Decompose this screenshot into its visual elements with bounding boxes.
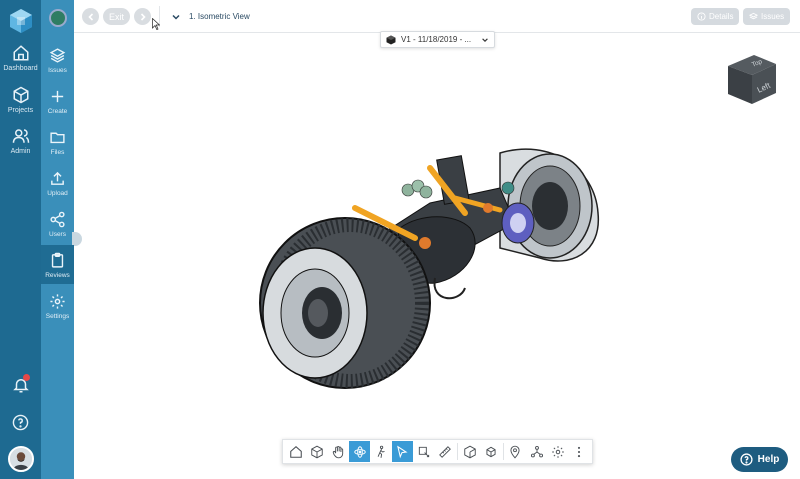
sidebar-item-settings[interactable]: Settings: [41, 293, 74, 320]
share-icon: [50, 211, 65, 228]
sidebar-item-dashboard[interactable]: Dashboard: [0, 44, 41, 72]
exit-button[interactable]: Exit: [103, 8, 130, 25]
notification-badge: [23, 374, 30, 381]
sidebar-item-label: Users: [49, 231, 66, 238]
sidebar-item-upload[interactable]: Upload: [41, 170, 74, 197]
pin-icon: [510, 445, 520, 459]
tool-section[interactable]: [413, 441, 434, 462]
plus-icon: [51, 90, 64, 103]
tool-settings[interactable]: [547, 441, 568, 462]
viewer-toolbar: [282, 439, 593, 464]
sidebar-item-label: Dashboard: [3, 65, 38, 72]
sidebar-item-label: Reviews: [45, 272, 70, 279]
orbit-icon: [354, 445, 366, 458]
section-box-icon: [418, 446, 429, 457]
select-arrow-icon: [397, 445, 409, 458]
pan-hand-icon: [333, 445, 344, 458]
tool-more[interactable]: [569, 441, 590, 462]
view-cube[interactable]: Top Left: [724, 52, 780, 106]
tool-walk[interactable]: [370, 441, 391, 462]
layers-icon: [49, 48, 66, 63]
clipboard-icon: [51, 252, 64, 268]
sidebar-item-label: Upload: [47, 190, 68, 197]
view-title[interactable]: 1. Isometric View: [189, 12, 250, 21]
sidebar-item-projects[interactable]: Projects: [0, 86, 41, 114]
cube-icon: [386, 35, 396, 44]
more-icon: [578, 446, 581, 457]
sidebar-item-label: Projects: [7, 107, 34, 114]
sidebar-item-label: Files: [50, 149, 65, 156]
project-badge-icon[interactable]: [49, 9, 67, 27]
tool-pan[interactable]: [328, 441, 349, 462]
sidebar-item-admin[interactable]: Admin: [0, 127, 41, 155]
issues-button[interactable]: Issues: [743, 8, 791, 25]
app-logo-icon[interactable]: [8, 8, 34, 34]
sidebar-item-reviews[interactable]: Reviews: [41, 245, 74, 284]
chevron-right-icon: [140, 12, 146, 21]
explode-icon: [486, 446, 496, 457]
chevron-down-icon[interactable]: [171, 12, 181, 22]
sidebar-item-users[interactable]: Users: [41, 211, 74, 238]
model-viewport[interactable]: [250, 128, 610, 393]
tool-explode[interactable]: [480, 441, 501, 462]
cube-icon: [13, 86, 28, 104]
home-icon: [289, 445, 302, 458]
tool-box[interactable]: [459, 441, 480, 462]
sidebar-item-label: Issues: [48, 67, 67, 74]
users-icon: [12, 129, 29, 143]
version-selector[interactable]: V1 - 11/18/2019 - ...: [380, 31, 495, 48]
chevron-down-icon: [482, 37, 488, 42]
toolbar-separator: [456, 443, 458, 460]
help-circle-icon: [740, 453, 753, 466]
forward-button[interactable]: [134, 8, 151, 25]
layers-icon: [749, 12, 758, 20]
box-icon: [463, 445, 476, 458]
tool-select[interactable]: [391, 441, 414, 462]
tool-orbit[interactable]: [349, 441, 371, 462]
tool-cube[interactable]: [306, 441, 327, 462]
back-button[interactable]: [82, 8, 99, 25]
sidebar-item-label: Create: [47, 108, 68, 115]
tool-pin[interactable]: [505, 441, 526, 462]
gear-icon: [50, 294, 65, 309]
mouse-cursor-icon: [152, 18, 160, 30]
version-value: V1 - 11/18/2019 - ...: [401, 35, 472, 44]
hub-assembly: [501, 202, 535, 244]
info-icon: [697, 12, 706, 21]
sidebar-item-label: Admin: [10, 148, 31, 155]
tool-home[interactable]: [285, 441, 306, 462]
cube-outline-icon: [311, 445, 323, 458]
sidebar-item-label: Settings: [45, 313, 70, 320]
tool-measure[interactable]: [435, 441, 456, 462]
tool-structure[interactable]: [526, 441, 547, 462]
folder-icon: [50, 132, 65, 144]
sidebar-item-issues[interactable]: Issues: [41, 47, 74, 74]
upload-icon: [51, 171, 64, 185]
help-circle-icon[interactable]: [12, 414, 29, 431]
sidebar-item-files[interactable]: Files: [41, 129, 74, 156]
issues-label: Issues: [761, 12, 785, 21]
details-label: Details: [709, 12, 734, 21]
help-label: Help: [757, 454, 780, 465]
measure-icon: [439, 445, 452, 458]
avatar[interactable]: [8, 446, 34, 472]
walk-icon: [377, 445, 385, 458]
help-button[interactable]: Help: [731, 447, 788, 472]
toolbar-separator: [502, 443, 504, 460]
structure-icon: [530, 445, 543, 457]
home-icon: [13, 45, 28, 61]
chevron-left-icon: [87, 12, 93, 21]
details-button[interactable]: Details: [691, 8, 740, 25]
tire: [259, 217, 431, 389]
gear-icon: [552, 445, 564, 458]
sidebar-item-create[interactable]: Create: [41, 88, 74, 115]
user-avatar-icon: [10, 448, 32, 470]
